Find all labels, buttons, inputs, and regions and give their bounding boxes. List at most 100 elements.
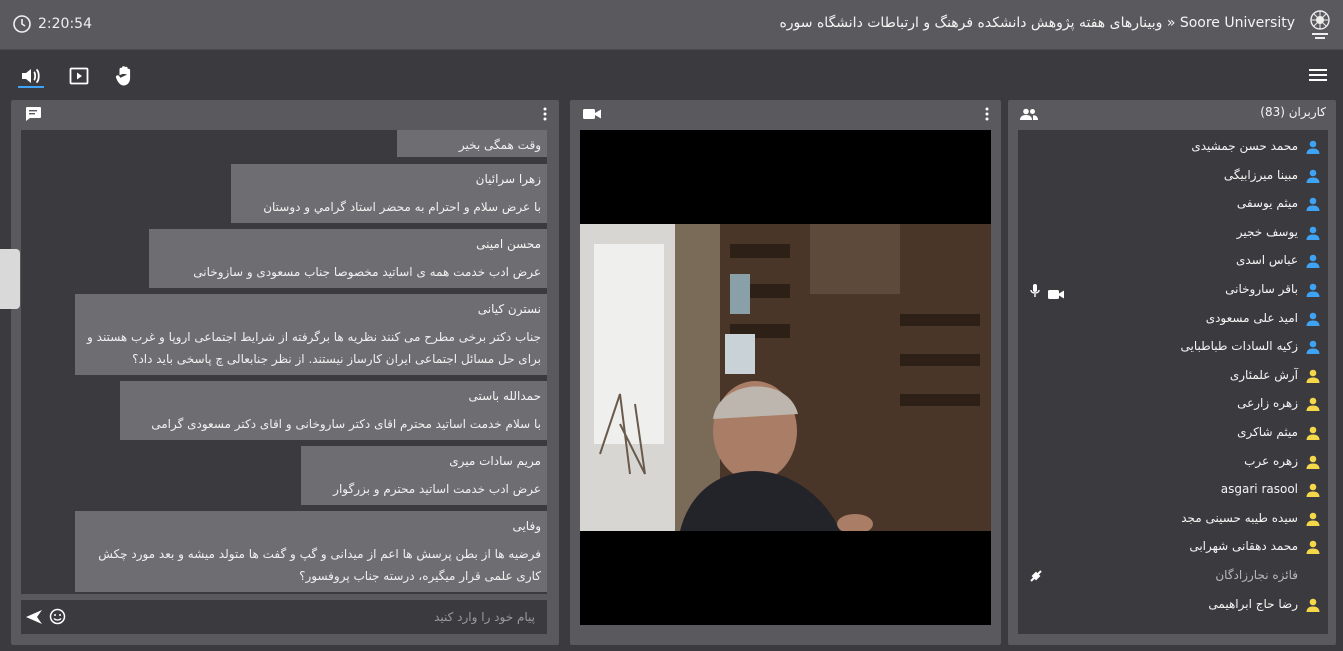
user-list-item[interactable]: محمد حسن جمشیدی [1018, 133, 1328, 161]
user-icon [1306, 169, 1320, 183]
chat-message: حمدالله باستی با سلام خدمت اساتید محترم … [120, 381, 547, 440]
user-icon [1306, 197, 1320, 212]
user-name: یوسف خجیر [1236, 224, 1298, 239]
user-list-item[interactable]: محمد دهقانی شهرابی [1018, 533, 1328, 561]
user-icon [1306, 455, 1320, 469]
clock-time: 2:20:54 [38, 16, 92, 32]
chat-panel-header [11, 100, 559, 128]
chat-message-text: با عرض سلام و احترام به محضر استاد گرامي… [263, 200, 541, 214]
user-name: باقر ساروخانی [1225, 282, 1298, 296]
speaker-video-image [580, 224, 991, 531]
university-logo-icon [1310, 10, 1330, 39]
chat-message-text: جناب دکتر برخی مطرح می کنند نظریه ها برگ… [87, 330, 541, 344]
chat-message-text: عرض ادب خدمت اساتید محترم و بزرگوار [333, 482, 541, 496]
user-icon [1306, 598, 1320, 612]
emoji-icon[interactable] [49, 608, 66, 625]
user-name: مبینا میرزابیگی [1223, 167, 1298, 182]
chat-message-text: عرض ادب خدمت همه ی اساتید مخصوصا جناب مس… [193, 265, 541, 279]
raise-hand-button[interactable] [112, 64, 138, 88]
users-list: محمد حسن جمشیدی مبینا میرزابیگی میثم یوسفی… [1018, 130, 1328, 634]
user-name: عباس اسدی [1236, 253, 1298, 268]
user-list-item[interactable]: زکیه السادات طباطبایی [1018, 333, 1328, 361]
user-icon [1306, 369, 1320, 383]
chat-message-text: برای حل مسائل اجتماعی ایران کارساز نیستن… [132, 352, 541, 366]
user-list-item[interactable]: زهره عرب [1018, 448, 1328, 476]
user-name: سیده طیبه حسینی مجد [1181, 510, 1298, 525]
chat-message-author: حمدالله باستی [468, 389, 541, 403]
chat-input-bar: پیام خود را وارد کنید [21, 600, 547, 634]
user-list-item[interactable]: asgari rasool [1018, 476, 1328, 504]
send-icon[interactable] [25, 609, 43, 625]
user-icon [1306, 312, 1320, 326]
user-name: asgari rasool [1220, 482, 1298, 497]
menu-icon[interactable] [1307, 66, 1329, 84]
user-name: میثم یوسفی [1236, 196, 1298, 211]
user-icon [1306, 340, 1320, 355]
side-drawer-handle[interactable] [0, 249, 20, 309]
chat-options-icon[interactable] [543, 107, 547, 121]
chat-message-text: با سلام خدمت اساتید محترم اقای دکتر سارو… [151, 417, 541, 431]
user-name: آرش علمئاری [1229, 367, 1298, 382]
user-name: رضا حاج ابراهیمی [1208, 596, 1298, 611]
chat-message-text: وقت همگی بخیر [458, 138, 541, 152]
chat-input[interactable]: پیام خود را وارد کنید [434, 610, 535, 624]
chat-message-text: فرضیه ها از بطن پرسش ها اعم از میدانی و … [98, 547, 541, 561]
user-name: محمد حسن جمشیدی [1191, 139, 1298, 153]
chat-message-text: کاری علمی قرار میگیره، درسته جناب پروفسو… [299, 569, 541, 583]
video-panel [570, 100, 1001, 645]
user-icon [1306, 226, 1320, 240]
chat-message-author: زهرا سرائیان [475, 172, 541, 186]
user-list-item[interactable]: یوسف خجیر [1018, 219, 1328, 247]
chat-message-author: مریم سادات میری [449, 454, 541, 468]
speaker-icon [22, 68, 40, 84]
video-stream[interactable] [580, 130, 991, 625]
user-icon [1306, 512, 1320, 526]
audio-button[interactable] [18, 64, 44, 88]
user-list-item[interactable]: میثم شاکری [1018, 419, 1328, 447]
users-count: کاربران (83) [1260, 105, 1326, 119]
video-panel-header [570, 100, 1001, 128]
user-name: امید علی مسعودی [1205, 310, 1298, 325]
user-list-item[interactable]: فائزه نجارزادگان [1018, 562, 1328, 590]
chat-panel: وقت همگی بخیر زهرا سرائیان با عرض سلام و… [11, 100, 559, 645]
user-icon [1306, 255, 1320, 269]
raise-hand-icon [115, 66, 131, 86]
users-icon [1020, 108, 1038, 120]
user-list-item[interactable]: رضا حاج ابراهیمی [1018, 591, 1328, 619]
user-list-item[interactable]: آرش علمئاری [1018, 362, 1328, 390]
user-name: میثم شاکری [1237, 425, 1298, 439]
share-media-button[interactable] [66, 64, 92, 88]
chat-messages: وقت همگی بخیر زهرا سرائیان با عرض سلام و… [21, 130, 547, 594]
session-clock: 2:20:54 [12, 14, 92, 34]
user-icon [1306, 541, 1320, 555]
users-panel: کاربران (83) محمد حسن جمشیدی مبینا میرزاب… [1008, 100, 1336, 645]
chat-message: محسن امینی عرض ادب خدمت همه ی اساتید مخص… [149, 229, 547, 288]
chat-message: مریم سادات میری عرض ادب خدمت اساتید محتر… [301, 446, 547, 505]
user-list-item[interactable]: زهره زارعی [1018, 390, 1328, 418]
user-list-item[interactable]: سیده طیبه حسینی مجد [1018, 505, 1328, 533]
play-box-icon [69, 67, 89, 85]
camera-icon [1048, 285, 1064, 299]
video-options-icon[interactable] [985, 107, 989, 121]
user-name: فائزه نجارزادگان [1215, 568, 1298, 582]
chat-message-author: محسن امینی [476, 237, 541, 251]
user-icon [1306, 483, 1320, 498]
user-list-item[interactable]: میثم یوسفی [1018, 190, 1328, 218]
chat-icon [26, 107, 41, 121]
chat-message: وقت همگی بخیر [397, 130, 547, 157]
user-icon [1306, 283, 1320, 297]
user-list-item[interactable]: باقر ساروخانی [1018, 276, 1328, 304]
user-name: زهره عرب [1244, 453, 1298, 468]
session-title: Soore University « وبینارهای هفته پژوهش … [779, 15, 1295, 31]
chat-message: وفایی فرضیه ها از بطن پرسش ها اعم از مید… [75, 511, 547, 592]
user-icon [1306, 398, 1320, 412]
user-list-item[interactable]: مبینا میرزابیگی [1018, 162, 1328, 190]
user-list-item[interactable]: امید علی مسعودی [1018, 305, 1328, 333]
user-name: محمد دهقانی شهرابی [1189, 539, 1298, 554]
clock-icon [13, 15, 31, 33]
user-list-item[interactable]: عباس اسدی [1018, 247, 1328, 275]
disconnected-icon [1028, 568, 1044, 584]
chat-message: نسترن کیانی جناب دکتر برخی مطرح می کنند … [75, 294, 547, 375]
user-icon [1306, 140, 1320, 154]
chat-message-author: نسترن کیانی [477, 302, 541, 316]
